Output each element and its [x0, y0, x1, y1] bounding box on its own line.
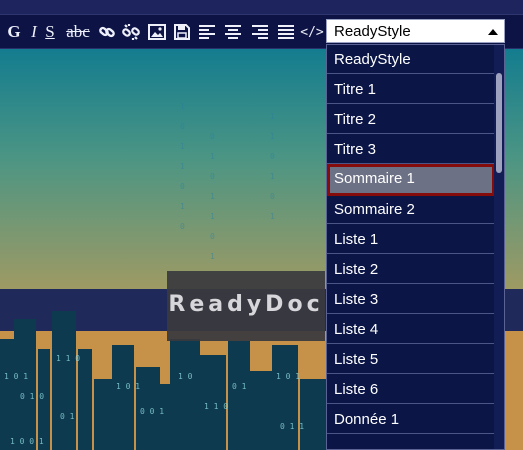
svg-text:1: 1	[180, 102, 185, 111]
option-readystyle[interactable]: ReadyStyle	[327, 45, 495, 74]
svg-text:1: 1	[180, 142, 185, 151]
svg-text:0: 0	[180, 182, 185, 191]
svg-text:0: 0	[180, 122, 185, 131]
svg-text:0 1 0: 0 1 0	[20, 392, 44, 401]
align-center-icon[interactable]	[224, 21, 242, 43]
svg-text:1 1 0: 1 1 0	[56, 354, 80, 363]
unlink-icon[interactable]	[121, 21, 141, 43]
svg-text:1 1 0: 1 1 0	[204, 402, 228, 411]
svg-text:0 1 1: 0 1 1	[280, 422, 304, 431]
svg-text:0: 0	[270, 192, 275, 201]
style-select-value: ReadyStyle	[334, 23, 411, 40]
option-liste-5[interactable]: Liste 5	[327, 345, 495, 374]
option-liste-2[interactable]: Liste 2	[327, 255, 495, 284]
option-sommaire-2[interactable]: Sommaire 2	[327, 195, 495, 224]
svg-text:0 1: 0 1	[60, 412, 75, 421]
svg-text:0: 0	[210, 232, 215, 241]
caret-up-icon	[488, 29, 498, 35]
svg-text:1: 1	[210, 152, 215, 161]
svg-text:0 0 1: 0 0 1	[140, 407, 164, 416]
option-sommaire-1[interactable]: Sommaire 1	[327, 164, 495, 196]
source-code-button[interactable]: </>	[300, 21, 323, 43]
underline-button[interactable]: S	[44, 21, 56, 43]
svg-text:1 0 0 1: 1 0 0 1	[10, 437, 44, 446]
svg-text:1: 1	[210, 252, 215, 261]
svg-text:1: 1	[180, 162, 185, 171]
svg-text:1 0 1: 1 0 1	[276, 372, 300, 381]
svg-text:1: 1	[210, 192, 215, 201]
option-titre-3[interactable]: Titre 3	[327, 135, 495, 164]
style-select[interactable]: ReadyStyle	[326, 19, 505, 43]
align-right-icon[interactable]	[251, 21, 269, 43]
readydoc-title: ReadyDoc	[168, 292, 324, 317]
option-liste-1[interactable]: Liste 1	[327, 225, 495, 254]
svg-text:0: 0	[270, 152, 275, 161]
svg-text:1 0: 1 0	[178, 372, 193, 381]
svg-text:1: 1	[270, 132, 275, 141]
svg-text:0: 0	[210, 132, 215, 141]
italic-button[interactable]: I	[28, 21, 40, 43]
svg-text:1 0 1: 1 0 1	[4, 372, 28, 381]
dropdown-scrollbar[interactable]	[494, 45, 504, 449]
option-titre-2[interactable]: Titre 2	[327, 105, 495, 134]
strikethrough-button[interactable]: abc	[63, 21, 93, 43]
option-liste-3[interactable]: Liste 3	[327, 285, 495, 314]
image-icon[interactable]	[147, 21, 167, 43]
svg-text:1: 1	[270, 172, 275, 181]
option-liste-4[interactable]: Liste 4	[327, 315, 495, 344]
svg-text:1: 1	[270, 112, 275, 121]
save-icon[interactable]	[173, 21, 191, 43]
svg-text:1: 1	[270, 212, 275, 221]
align-justify-icon[interactable]	[277, 21, 295, 43]
align-left-icon[interactable]	[198, 21, 216, 43]
bold-button[interactable]: G	[6, 21, 22, 43]
readydoc-banner: ReadyDoc	[167, 271, 325, 341]
svg-text:0: 0	[180, 222, 185, 231]
top-strip	[0, 0, 523, 15]
svg-text:0: 0	[210, 172, 215, 181]
link-icon[interactable]	[97, 21, 117, 43]
svg-text:1: 1	[210, 212, 215, 221]
dropdown-scrollbar-thumb[interactable]	[496, 73, 502, 173]
svg-text:1 0 1: 1 0 1	[116, 382, 140, 391]
style-dropdown-list: ReadyStyle Titre 1 Titre 2 Titre 3 Somma…	[326, 44, 505, 450]
option-liste-6[interactable]: Liste 6	[327, 375, 495, 404]
svg-text:0 1: 0 1	[232, 382, 247, 391]
option-titre-1[interactable]: Titre 1	[327, 75, 495, 104]
svg-text:1: 1	[180, 202, 185, 211]
option-donnee-1[interactable]: Donnée 1	[327, 405, 495, 434]
